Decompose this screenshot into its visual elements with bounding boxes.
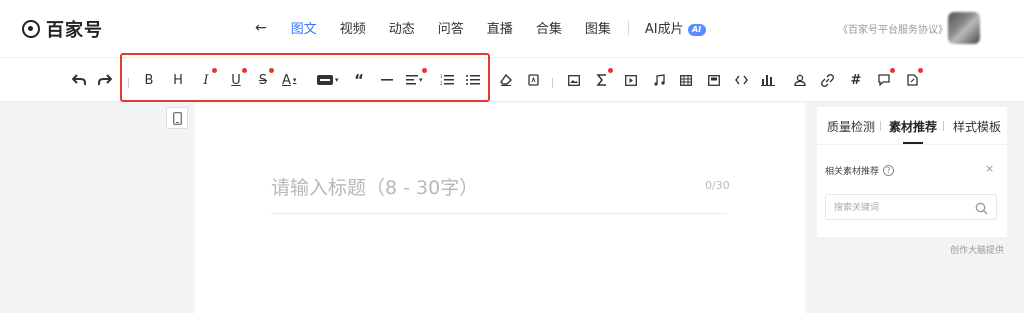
ordered-list-icon[interactable]: 12 [440, 69, 454, 91]
italic-label: I [203, 72, 209, 88]
back-arrow-icon[interactable]: ← [255, 20, 267, 36]
image-icon[interactable] [567, 69, 581, 91]
caret-down-icon: ▾ [335, 76, 339, 84]
toolbar-divider [128, 78, 129, 88]
card-icon[interactable] [707, 69, 721, 91]
svg-text:2: 2 [440, 81, 443, 86]
nav-item-ai-video-label: AI成片 [644, 22, 684, 37]
active-tab-underline [903, 142, 923, 144]
bold-button[interactable]: B [142, 69, 156, 91]
related-material-label: 相关素材推荐 [825, 167, 880, 177]
nav-item-gallery[interactable]: 图集 [585, 18, 611, 37]
nav-divider [627, 20, 629, 35]
new-dot [269, 68, 274, 73]
vote-icon[interactable] [877, 68, 895, 91]
caret-down-icon: ▾ [419, 76, 423, 84]
svg-text:1: 1 [440, 74, 443, 79]
audio-icon[interactable] [652, 69, 666, 91]
mobile-preview-button[interactable] [166, 107, 188, 129]
strikethrough-label: S [258, 72, 268, 88]
platform-agreement-link[interactable]: 《百家号平台服务协议》 [838, 21, 948, 36]
avatar[interactable] [948, 12, 980, 44]
logo-text: 百家号 [46, 20, 103, 41]
tab-style-template[interactable]: 样式模板 [953, 118, 1001, 135]
formula-icon[interactable] [595, 68, 613, 91]
search-input[interactable] [826, 196, 966, 220]
new-dot [212, 68, 217, 73]
new-dot [918, 68, 923, 73]
blockquote-button[interactable]: “ [352, 69, 366, 91]
underline-button[interactable]: U [229, 68, 247, 91]
tab-divider [880, 121, 881, 131]
table-icon[interactable] [679, 69, 693, 91]
tab-divider [943, 121, 944, 131]
code-icon[interactable] [734, 69, 748, 91]
new-dot [890, 68, 895, 73]
title-input[interactable]: 请输入标题（8 - 30字） [271, 173, 478, 200]
tab-material-recommend[interactable]: 素材推荐 [889, 118, 937, 135]
nav-item-dynamic[interactable]: 动态 [389, 18, 415, 37]
redo-icon[interactable] [98, 69, 112, 91]
nav-item-live[interactable]: 直播 [487, 18, 513, 37]
highlight-color-button[interactable]: ▾ [317, 69, 339, 91]
new-dot [608, 68, 613, 73]
link-icon[interactable] [820, 69, 834, 91]
phone-icon [172, 111, 182, 125]
title-char-count: 0/30 [705, 179, 730, 192]
search-icon[interactable] [975, 200, 988, 219]
panel-tabs: 质量检测 素材推荐 样式模板 [817, 107, 1007, 145]
nav-item-ai-video[interactable]: AI成片 AI [645, 18, 706, 37]
new-dot [242, 68, 247, 73]
toolbar-divider [552, 78, 553, 88]
tab-quality-check[interactable]: 质量检测 [827, 118, 875, 135]
font-color-button[interactable]: A ▾ [282, 69, 296, 91]
highlight-icon [317, 75, 333, 85]
clear-format-icon[interactable] [499, 69, 513, 91]
align-button[interactable]: ▾ [406, 68, 427, 91]
format-painter-icon[interactable] [526, 69, 540, 91]
underline-label: U [231, 72, 241, 88]
content-type-nav: ← 图文 视频 动态 问答 直播 合集 图集 AI成片 AI [255, 18, 729, 37]
nav-item-article[interactable]: 图文 [291, 18, 317, 37]
close-icon[interactable]: × [985, 162, 994, 175]
undo-icon[interactable] [72, 69, 86, 91]
assistant-panel: 质量检测 素材推荐 样式模板 相关素材推荐 ? × [817, 107, 1007, 237]
align-left-icon [406, 75, 418, 85]
ai-badge: AI [687, 24, 706, 36]
nav-item-qa[interactable]: 问答 [438, 18, 464, 37]
editor-toolbar: B H I U S A ▾ ▾ “ ▾ 12 # [0, 58, 1024, 102]
powered-by-credit: 创作大脑提供 [950, 246, 1005, 256]
material-search-box [825, 194, 997, 220]
heading-button[interactable]: H [171, 69, 185, 91]
nav-item-collection[interactable]: 合集 [536, 18, 562, 37]
bullet-list-icon[interactable] [466, 69, 480, 91]
strikethrough-button[interactable]: S [256, 68, 274, 91]
help-icon[interactable]: ? [883, 165, 895, 176]
top-header: 百家号 ← 图文 视频 动态 问答 直播 合集 图集 AI成片 AI 《百家号平台… [0, 0, 1024, 58]
new-dot [421, 68, 427, 73]
chart-icon[interactable] [761, 69, 775, 91]
italic-button[interactable]: I [199, 68, 217, 91]
editor-area: 请输入标题（8 - 30字） 0/30 [195, 103, 805, 313]
title-underline [271, 213, 727, 214]
caret-down-icon: ▾ [292, 76, 297, 84]
logo[interactable]: 百家号 [22, 16, 103, 42]
topic-hashtag-button[interactable]: # [849, 69, 863, 91]
user-mention-icon[interactable] [793, 69, 807, 91]
font-color-label: A [282, 72, 291, 88]
logo-icon [22, 20, 40, 38]
related-material-heading: 相关素材推荐 ? [825, 164, 895, 177]
export-doc-icon[interactable] [905, 68, 923, 91]
horizontal-rule-icon[interactable] [380, 69, 394, 91]
video-icon[interactable] [624, 69, 638, 91]
nav-item-video[interactable]: 视频 [340, 18, 366, 37]
